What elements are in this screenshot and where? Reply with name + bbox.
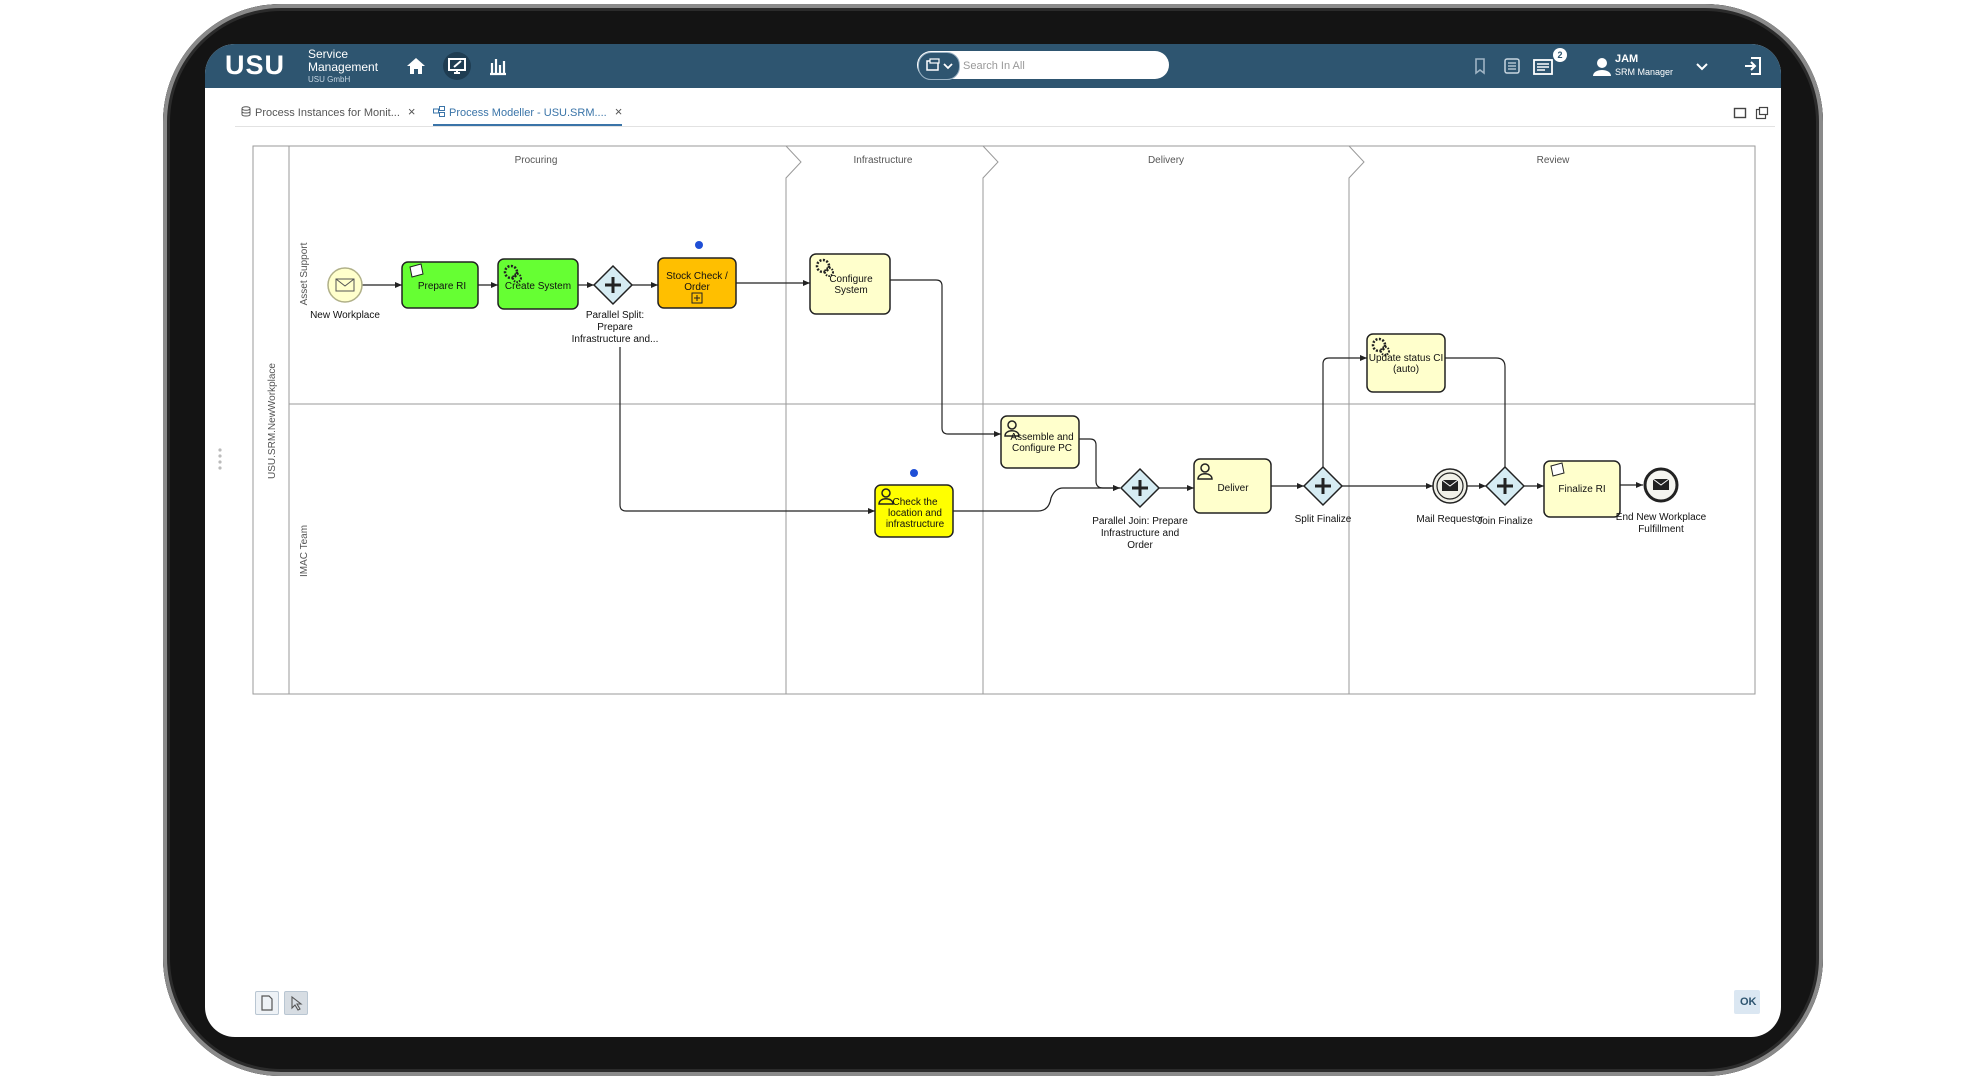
task-create-system[interactable]: Create System (497, 258, 579, 310)
close-icon[interactable]: × (408, 104, 416, 119)
tab-process-modeller-label: Process Modeller - USU.SRM.... (449, 107, 607, 119)
pointer-tool-button[interactable] (284, 991, 308, 1015)
task-update-status-label-2: (auto) (1393, 364, 1419, 375)
script-task-icon (409, 263, 424, 278)
chevron-down-icon[interactable] (1688, 52, 1716, 80)
gateway-join-label-3: Order (1127, 540, 1153, 551)
home-icon[interactable] (402, 52, 430, 80)
popout-icon[interactable] (1755, 106, 1769, 120)
gateway-split-finalize-label: Split Finalize (1295, 514, 1352, 525)
global-search (917, 51, 1169, 80)
search-scope-dropdown[interactable] (918, 52, 960, 80)
database-icon (241, 106, 251, 117)
phase-review: Review (1537, 155, 1571, 166)
task-assemble-configure-pc[interactable]: Assemble and Configure PC (1000, 415, 1080, 469)
task-check-label-1: Check the (892, 497, 937, 508)
maximize-icon[interactable] (1733, 106, 1747, 120)
task-configure-label-2: System (834, 285, 867, 296)
user-role: SRM Manager (1615, 67, 1674, 77)
task-finalize-ri[interactable]: Finalize RI (1543, 460, 1621, 518)
search-input[interactable] (961, 54, 1165, 78)
tab-process-instances[interactable]: Process Instances for Monit... × (241, 100, 415, 124)
task-configure-label-1: Configure (829, 274, 873, 285)
bookmark-icon[interactable] (1466, 52, 1494, 80)
task-assemble-label-2: Configure PC (1012, 443, 1072, 454)
marker-dot-icon (695, 241, 703, 249)
process-model-icon (433, 106, 445, 117)
ok-button[interactable]: OK (1734, 990, 1760, 1014)
lane-label-asset-support: Asset Support (299, 242, 310, 305)
pool-label: USU.SRM.NewWorkplace (267, 363, 278, 479)
pointer-tool-icon (291, 995, 303, 1011)
top-bar: USU Service Management USU GmbH Search I… (205, 44, 1781, 88)
search-scope-icon (926, 58, 953, 71)
task-update-status-label-1: Update status CI (1369, 353, 1443, 364)
tab-process-modeller[interactable]: Process Modeller - USU.SRM.... × (433, 100, 623, 126)
task-stock-check-label-2: Order (684, 282, 710, 293)
brand-company: USU GmbH (308, 75, 351, 84)
end-event-label-1: End New Workplace (1616, 512, 1707, 523)
phase-infrastructure: Infrastructure (854, 155, 913, 166)
gateway-join-label-1: Parallel Join: Prepare (1092, 516, 1188, 527)
logout-icon[interactable] (1739, 52, 1767, 80)
lane-label-imac-team: IMAC Team (299, 525, 310, 577)
task-configure-system[interactable]: Configure System (809, 253, 891, 315)
gateway-split-label-1: Parallel Split: (586, 310, 644, 321)
gateway-join-finalize-label: Join Finalize (1477, 516, 1533, 527)
app-screen: USU Service Management USU GmbH Search I… (205, 44, 1781, 1037)
gateway-split-label-2: Prepare (597, 322, 633, 333)
task-prepare-ri[interactable]: Prepare RI (401, 261, 479, 309)
task-deliver-label: Deliver (1217, 483, 1249, 494)
task-update-status-ci[interactable]: Update status CI (auto) (1366, 333, 1446, 393)
list-icon[interactable] (1498, 52, 1526, 80)
task-stock-check-label-1: Stock Check / (666, 271, 728, 282)
end-event-label-2: Fulfillment (1638, 524, 1684, 535)
notifications-badge: 2 (1553, 48, 1567, 62)
marker-dot-icon (910, 469, 918, 477)
usu-logo[interactable]: USU (225, 50, 285, 81)
task-assemble-label-1: Assemble and (1010, 432, 1073, 443)
user-avatar-icon[interactable] (1588, 52, 1616, 80)
user-name[interactable]: JAM (1615, 53, 1638, 65)
close-icon[interactable]: × (615, 104, 623, 119)
document-icon (261, 995, 273, 1011)
script-task-icon (1550, 462, 1565, 477)
bpmn-process-diagram: USU.SRM.NewWorkplace Asset Support IMAC … (252, 145, 1756, 695)
panel-splitter-handle[interactable] (217, 446, 223, 472)
new-document-button[interactable] (255, 991, 279, 1015)
tab-bar: Process Instances for Monit... × Process … (235, 100, 1775, 127)
event-mail-requestor-label: Mail Requestor (1416, 514, 1484, 525)
task-create-system-label: Create System (505, 281, 571, 292)
phase-procuring: Procuring (515, 155, 558, 166)
brand-line-2: Management (308, 60, 379, 74)
monitor-edit-icon[interactable] (443, 52, 471, 80)
tab-process-instances-label: Process Instances for Monit... (255, 107, 400, 119)
task-prepare-ri-label: Prepare RI (418, 281, 466, 292)
task-check-label-3: infrastructure (886, 519, 945, 530)
start-event-message-icon[interactable] (327, 267, 363, 303)
task-finalize-ri-label: Finalize RI (1558, 484, 1605, 495)
gateway-split-label-3: Infrastructure and... (572, 334, 659, 345)
analytics-chart-icon[interactable] (484, 52, 512, 80)
gateway-join-label-2: Infrastructure and (1101, 528, 1179, 539)
start-event-label: New Workplace (310, 310, 380, 321)
task-check-label-2: location and (888, 508, 942, 519)
phase-delivery: Delivery (1148, 155, 1184, 166)
task-deliver[interactable]: Deliver (1193, 458, 1272, 514)
